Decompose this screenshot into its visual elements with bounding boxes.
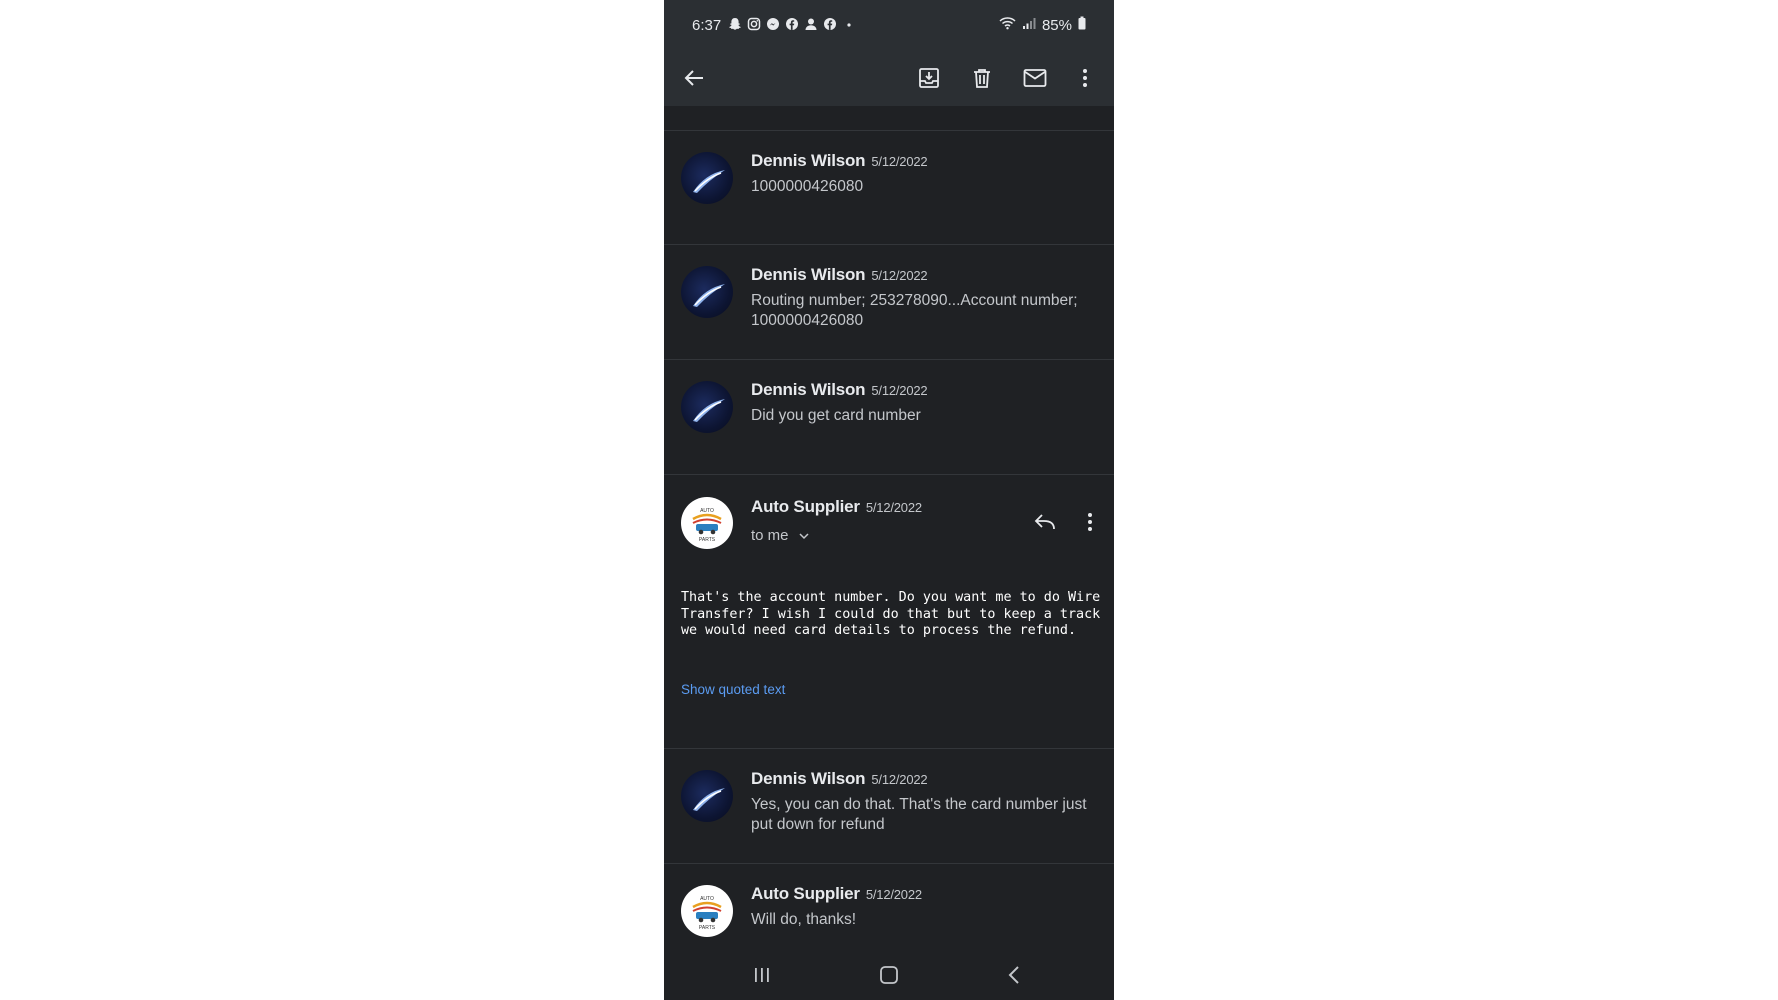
sender-line: Dennis Wilson 5/12/2022 — [751, 769, 928, 789]
wifi-icon — [999, 16, 1016, 34]
avatar: AUTO PARTS — [681, 885, 733, 937]
comet-avatar-icon — [693, 788, 725, 811]
status-right: 85% — [999, 16, 1086, 34]
battery-icon — [1078, 16, 1086, 34]
sender-line: Auto Supplier 5/12/2022 — [751, 497, 922, 517]
signal-icon — [1022, 16, 1036, 34]
message-snippet: Did you get card number — [751, 407, 921, 424]
home-icon — [880, 966, 898, 984]
message-date: 5/12/2022 — [865, 500, 922, 515]
sender-name: Dennis Wilson — [751, 769, 866, 788]
archive-button[interactable] — [911, 60, 947, 96]
more-vertical-icon — [1083, 69, 1087, 87]
avatar: AUTO PARTS — [681, 497, 733, 549]
sender-name: Auto Supplier — [751, 497, 860, 516]
messenger-icon — [765, 17, 780, 32]
mark-unread-button[interactable] — [1017, 60, 1053, 96]
mail-icon — [1023, 69, 1047, 87]
email-toolbar — [664, 50, 1114, 106]
thread-header-spacer — [664, 106, 1114, 131]
message-snippet: Will do, thanks! — [751, 911, 857, 928]
reply-icon — [1034, 514, 1055, 530]
recent-apps-button[interactable] — [742, 962, 782, 988]
reply-button[interactable] — [1030, 507, 1060, 537]
back-arrow-icon — [684, 70, 703, 86]
message-snippet: 1000000426080 — [751, 178, 864, 195]
delete-button[interactable] — [964, 60, 1000, 96]
sender-line: Dennis Wilson 5/12/2022 — [751, 151, 928, 171]
message-item[interactable]: AUTO PARTS Auto Supplier 5/12/2022 Will d… — [664, 864, 1114, 950]
message-snippet: Routing number; 253278090...Account numb… — [751, 292, 1078, 329]
sender-line: Dennis Wilson 5/12/2022 — [751, 380, 928, 400]
avatar — [681, 770, 733, 822]
logo-top-text: AUTO — [700, 508, 714, 514]
system-nav-bar — [664, 950, 1114, 1000]
auto-parts-logo: AUTO PARTS — [692, 508, 722, 543]
message-body: That's the account number. Do you want m… — [681, 590, 1109, 638]
battery-percent: 85% — [1041, 16, 1072, 34]
comet-avatar-icon — [693, 399, 725, 422]
message-date: 5/12/2022 — [871, 383, 928, 398]
chevron-down-icon — [799, 533, 809, 540]
snapchat-icon — [727, 17, 742, 32]
message-item[interactable]: Dennis Wilson 5/12/2022 Yes, you can do t… — [664, 749, 1114, 864]
trash-icon — [974, 69, 990, 88]
more-notifications-dot-icon — [841, 17, 856, 32]
facebook-icon-2 — [822, 17, 837, 32]
message-date: 5/12/2022 — [865, 887, 922, 902]
instagram-icon — [746, 17, 761, 32]
message-item[interactable]: Dennis Wilson 5/12/2022 Did you get card … — [664, 360, 1114, 475]
sender-line: Dennis Wilson 5/12/2022 — [751, 265, 928, 285]
avatar — [681, 152, 733, 204]
sender-line: Auto Supplier 5/12/2022 — [751, 884, 922, 904]
sender-name: Dennis Wilson — [751, 265, 866, 284]
more-vertical-icon — [1088, 513, 1092, 531]
avatar — [681, 266, 733, 318]
recipient-label: to me — [751, 527, 789, 544]
archive-icon — [919, 68, 939, 88]
message-snippet: Yes, you can do that. That's the card nu… — [751, 796, 1087, 833]
home-button[interactable] — [869, 962, 909, 988]
status-time: 6:37 — [692, 17, 722, 34]
sender-name: Dennis Wilson — [751, 151, 866, 170]
system-back-button[interactable] — [994, 962, 1034, 988]
more-options-button[interactable] — [1067, 60, 1103, 96]
logo-bottom-text: PARTS — [699, 537, 716, 543]
logo-bottom-text: PARTS — [699, 925, 716, 931]
facebook-icon — [784, 17, 799, 32]
avatar — [681, 381, 733, 433]
comet-avatar-icon — [693, 284, 725, 307]
back-button[interactable] — [676, 60, 712, 96]
sender-name: Auto Supplier — [751, 884, 860, 903]
message-item[interactable]: Dennis Wilson 5/12/2022 Routing number; 2… — [664, 245, 1114, 360]
notification-icons — [727, 17, 856, 32]
recipient-details-toggle[interactable]: to me — [751, 527, 810, 544]
status-bar: 6:37 85% — [664, 0, 1114, 50]
auto-parts-logo: AUTO PARTS — [692, 896, 722, 931]
person-icon — [803, 17, 818, 32]
expanded-message: AUTO PARTS Auto Supplier 5/12/2022 to me … — [664, 475, 1114, 749]
message-item[interactable]: Dennis Wilson 5/12/2022 1000000426080 — [664, 131, 1114, 245]
recents-icon — [755, 968, 769, 982]
chevron-left-icon — [1008, 966, 1019, 984]
phone-screen: 6:37 85% Dennis Wilson 5/12/2022 1000000… — [664, 0, 1114, 1000]
message-date: 5/12/2022 — [871, 268, 928, 283]
logo-top-text: AUTO — [700, 896, 714, 902]
sender-name: Dennis Wilson — [751, 380, 866, 399]
message-date: 5/12/2022 — [871, 154, 928, 169]
show-quoted-text-link[interactable]: Show quoted text — [681, 682, 785, 697]
message-more-button[interactable] — [1075, 507, 1105, 537]
message-date: 5/12/2022 — [871, 772, 928, 787]
comet-avatar-icon — [693, 170, 725, 193]
